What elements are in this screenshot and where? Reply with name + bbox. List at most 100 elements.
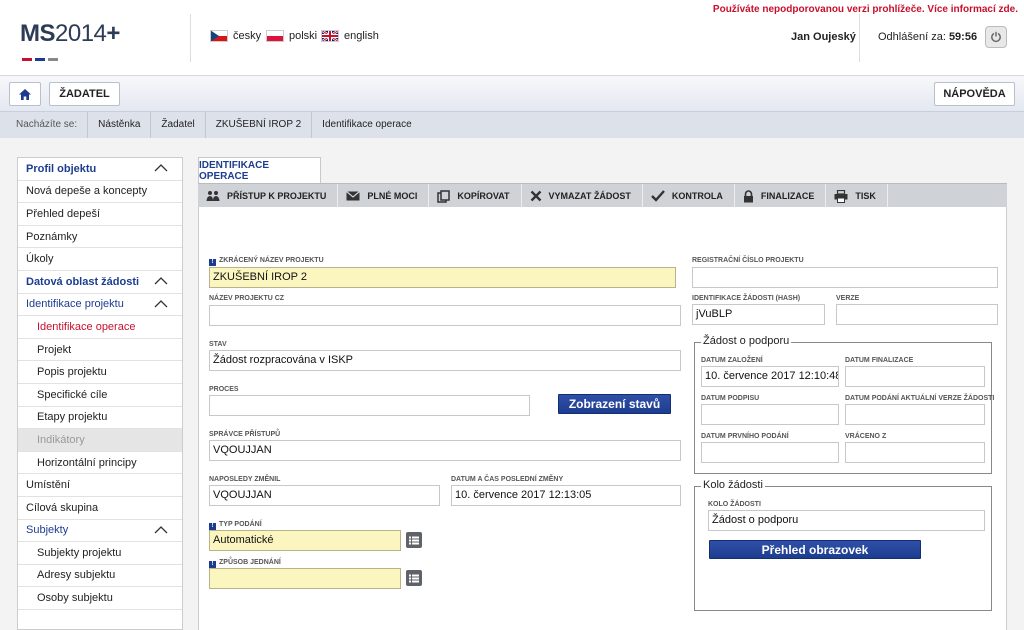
spravce-field: VQOUJJAN (209, 440, 681, 461)
sidebar-item-label: Nová depeše a koncepty (26, 185, 148, 198)
sidebar-item-datova-oblast[interactable]: Datová oblast žádosti (18, 271, 182, 294)
ms2014-logo[interactable]: MS2014+ (20, 20, 120, 48)
chevron-up-icon[interactable] (154, 299, 168, 308)
datum-prvniho-field (701, 442, 839, 463)
sidebar-item-osoby-subjektu[interactable]: Osoby subjektu (18, 587, 182, 610)
breadcrumb-item-nastenka[interactable]: Nástěnka (88, 112, 152, 138)
app-header: Používáte nepodporovanou verzi prohlížeč… (0, 0, 1024, 76)
sidebar-item-label: Cílová skupina (26, 501, 99, 514)
pl-flag-icon (266, 30, 284, 42)
required-icon: ! (209, 259, 216, 266)
typ-podani-field[interactable]: Automatické (209, 530, 401, 551)
lock-icon (743, 189, 753, 202)
datum-zmeny-field: 10. července 2017 12:13:05 (451, 485, 681, 506)
sidebar-item-label: Umístění (26, 479, 71, 492)
sidebar-item-label: Subjekty projektu (37, 546, 122, 559)
verze-label: VERZE (836, 295, 860, 302)
logout-timer: Odhlášení za: 59:56 (878, 31, 977, 43)
tisk-button[interactable]: TISK (826, 184, 888, 208)
datum-finalizace-label: DATUM FINALIZACE (845, 357, 914, 364)
help-button[interactable]: NÁPOVĚDA (934, 82, 1015, 106)
sidebar-item-label: Subjekty (26, 524, 69, 537)
sidebar-item-specificke-cile[interactable]: Specifické cíle (18, 384, 182, 407)
check-icon (651, 190, 665, 202)
sidebar-item-nova-depese[interactable]: Nová depeše a koncepty (18, 181, 182, 204)
kontrola-button[interactable]: KONTROLA (643, 184, 735, 208)
zadatel-button[interactable]: ŽADATEL (49, 82, 120, 106)
sidebar-item-label: Osoby subjektu (37, 592, 113, 605)
chevron-up-icon[interactable] (154, 525, 168, 534)
sidebar-item-label: Projekt (37, 343, 72, 356)
datum-zalozeni-field: 10. července 2017 12:10:48 (701, 366, 839, 387)
prehled-obrazovek-button[interactable]: Přehled obrazovek (709, 540, 921, 559)
plne-moci-button[interactable]: PLNÉ MOCI (338, 184, 430, 208)
reg-cislo-label: REGISTRAČNÍ ČÍSLO PROJEKTU (692, 257, 804, 264)
sidebar-item-umisteni[interactable]: Umístění (18, 474, 182, 497)
nazev-cz-field[interactable] (209, 305, 681, 326)
main-toolbar: ŽADATEL NÁPOVĚDA (0, 76, 1024, 112)
kopirovat-button[interactable]: KOPÍROVAT (429, 184, 522, 208)
lang-polish[interactable]: polski (266, 30, 317, 42)
logout-button[interactable] (985, 26, 1007, 48)
lang-english-label: english (344, 30, 379, 42)
verze-field (836, 304, 998, 325)
sidebar-item-identifikace-projektu[interactable]: Identifikace projektu (18, 294, 182, 317)
sidebar-item-subjekty-projektu[interactable]: Subjekty projektu (18, 542, 182, 565)
lang-czech[interactable]: česky (210, 30, 261, 42)
sidebar-item-label: Etapy projektu (37, 411, 108, 424)
home-button[interactable] (9, 82, 41, 106)
sidebar-item-horizontalni-principy[interactable]: Horizontální principy (18, 452, 182, 475)
sidebar-item-etapy-projektu[interactable]: Etapy projektu (18, 407, 182, 430)
vraceno-field (845, 442, 985, 463)
zpusob-jednani-label: ! ZPŮSOB JEDNÁNÍ (209, 559, 281, 568)
logout-time: 59:56 (948, 31, 978, 43)
user-name[interactable]: Jan Oujeský (791, 31, 856, 43)
sidebar-item-label: Identifikace operace (37, 320, 136, 333)
sidebar-item-popis-projektu[interactable]: Popis projektu (18, 361, 182, 384)
browser-warning-link[interactable]: Používáte nepodporovanou verzi prohlížeč… (713, 4, 1018, 15)
sidebar-item-label: Profil objektu (26, 162, 97, 175)
finalizace-button[interactable]: FINALIZACE (735, 184, 827, 208)
sidebar-item-profil-objektu[interactable]: Profil objektu (18, 158, 182, 181)
sidebar-item-indikatory: Indikátory (18, 429, 182, 452)
chevron-up-icon[interactable] (154, 163, 168, 172)
zpusob-jednani-list-button[interactable] (406, 570, 422, 586)
cz-flag-icon (210, 30, 228, 42)
datum-podpisu-field (701, 404, 839, 425)
sidebar-item-subjekty[interactable]: Subjekty (18, 520, 182, 543)
breadcrumb-item-zadatel[interactable]: Žadatel (151, 112, 206, 138)
action-label: KONTROLA (671, 191, 723, 201)
zobrazeni-stavu-button[interactable]: Zobrazení stavů (558, 394, 671, 414)
sidebar-nav: Profil objektu Nová depeše a koncepty Př… (17, 157, 183, 630)
datum-zmeny-label: DATUM A ČAS POSLEDNÍ ZMĚNY (451, 476, 564, 483)
typ-podani-label: ! TYP PODÁNÍ (209, 521, 262, 530)
sidebar-item-adresy-subjektu[interactable]: Adresy subjektu (18, 565, 182, 588)
sidebar-item-projekt[interactable]: Projekt (18, 339, 182, 362)
pristup-k-projektu-button[interactable]: PŘÍSTUP K PROJEKTU (198, 184, 339, 208)
sidebar-item-label: Specifické cíle (37, 388, 108, 401)
zadost-o-podporu-legend: Žádost o podporu (701, 335, 792, 347)
logout-label: Odhlášení za: (878, 31, 946, 43)
sidebar-item-identifikace-operace[interactable]: Identifikace operace (18, 316, 182, 339)
datum-podani-label: DATUM PODÁNÍ AKTUÁLNÍ VERZE ŽÁDOSTI (845, 395, 995, 402)
sidebar-item-poznamky[interactable]: Poznámky (18, 226, 182, 249)
print-icon (834, 189, 848, 203)
vymazat-zadost-button[interactable]: VYMAZAT ŽÁDOST (522, 184, 643, 208)
lang-english[interactable]: english (321, 30, 379, 42)
zkraceny-nazev-field[interactable]: ZKUŠEBNÍ IROP 2 (209, 267, 676, 288)
tab-identifikace-operace[interactable]: IDENTIFIKACE OPERACE (198, 157, 321, 184)
sidebar-item-ukoly[interactable]: Úkoly (18, 248, 182, 271)
breadcrumb-item-project[interactable]: ZKUŠEBNÍ IROP 2 (206, 112, 313, 138)
chevron-up-icon[interactable] (154, 276, 168, 285)
stav-field: Žádost rozpracována v ISKP (209, 350, 681, 371)
delete-icon (530, 190, 541, 202)
typ-podani-list-button[interactable] (406, 532, 422, 548)
zpusob-jednani-field[interactable] (209, 568, 401, 589)
proces-label: PROCES (209, 386, 239, 393)
sidebar-item-label: Poznámky (26, 230, 78, 243)
sidebar-item-cilova-skupina[interactable]: Cílová skupina (18, 497, 182, 520)
sidebar-item-prehled-depesi[interactable]: Přehled depeší (18, 203, 182, 226)
sidebar-item-label: Popis projektu (37, 366, 107, 379)
kolo-zadosti-label: KOLO ŽÁDOSTI (708, 501, 761, 508)
sidebar-item-label: Datová oblast žádosti (26, 275, 140, 288)
